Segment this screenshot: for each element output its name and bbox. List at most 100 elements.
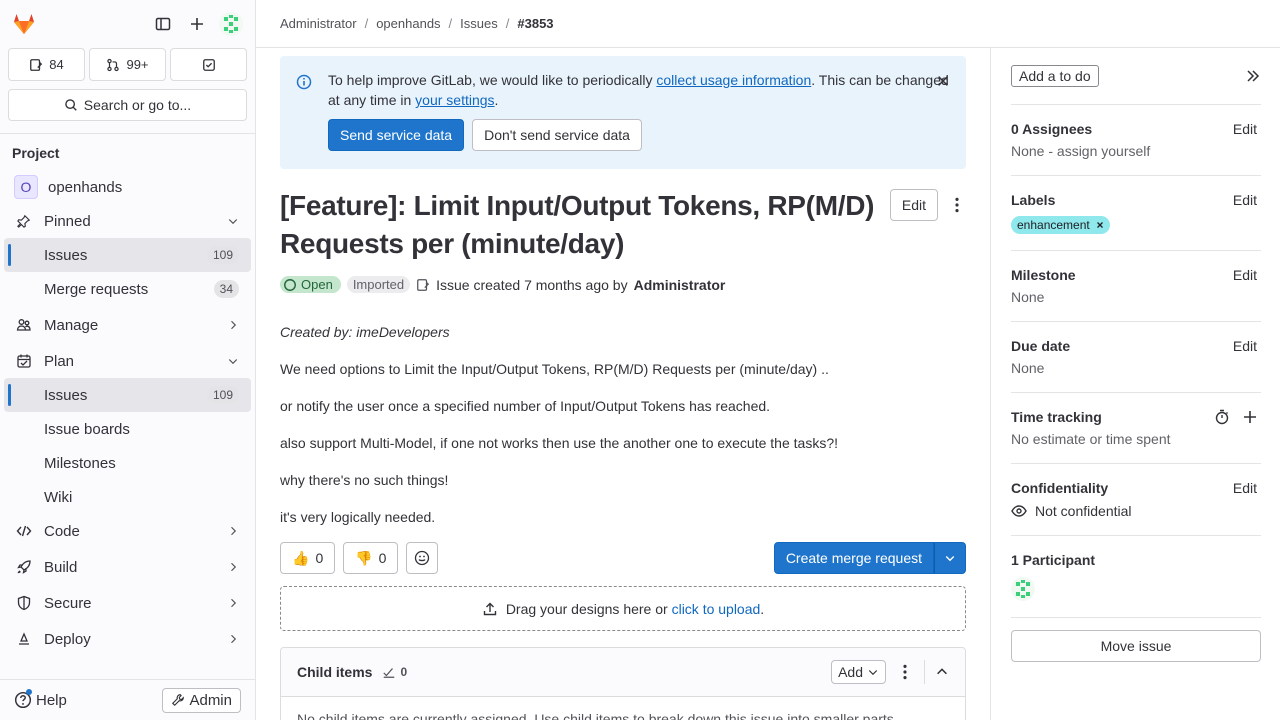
dropzone-text: Drag your designs here or click to uploa… [506, 601, 764, 617]
create-mr-dropdown-toggle[interactable] [934, 542, 966, 574]
breadcrumb-item[interactable]: Issues [460, 16, 498, 31]
sidebar-footer: Help Admin [0, 679, 255, 720]
edit-assignees-button[interactable]: Edit [1233, 121, 1261, 137]
sidebar-item-build[interactable]: Build [4, 550, 251, 584]
child-count-value: 0 [400, 665, 408, 679]
sidebar-item-secure[interactable]: Secure [4, 586, 251, 620]
todos-button[interactable] [170, 48, 247, 81]
pinned-label: Pinned [44, 212, 91, 230]
collapse-sidebar-icon[interactable] [1245, 68, 1261, 84]
help-button[interactable]: Help [14, 689, 67, 709]
rocket-icon [16, 559, 32, 575]
milestone-value: None [1011, 289, 1045, 305]
child-items-card: Child items 0 Add No child items are cur… [280, 647, 966, 720]
shield-icon [16, 595, 32, 611]
edit-labels-button[interactable]: Edit [1233, 192, 1261, 208]
assignees-section: 0 Assignees Edit None - assign yourself [1011, 105, 1261, 176]
search-label: Search or go to... [83, 97, 192, 113]
sidebar-project-link[interactable]: O openhands [4, 170, 251, 204]
add-child-item-button[interactable]: Add [831, 660, 886, 684]
sidebar-item-label: Wiki [44, 488, 73, 506]
participant-avatar[interactable] [1011, 577, 1261, 601]
gitlab-logo-icon[interactable] [10, 10, 38, 38]
admin-button[interactable]: Admin [162, 687, 241, 713]
due-date-section: Due date Edit None [1011, 322, 1261, 393]
assigned-issues-button[interactable]: 84 [8, 48, 85, 81]
confidentiality-section: Confidentiality Edit Not confidential [1011, 464, 1261, 536]
alert-message: To help improve GitLab, we would like to… [328, 70, 950, 110]
chevron-right-icon [227, 597, 239, 609]
stopwatch-icon[interactable] [1214, 409, 1230, 425]
sidebar-item-label: Issues [44, 246, 88, 264]
assignees-value[interactable]: None - assign yourself [1011, 143, 1261, 159]
move-issue-button[interactable]: Move issue [1011, 630, 1261, 662]
thumbs-down-button[interactable]: 👎 0 [343, 542, 399, 574]
todo-check-icon [202, 58, 216, 72]
breadcrumb: Administrator / openhands / Issues / #38… [256, 0, 1280, 48]
breadcrumb-item-current[interactable]: #3853 [517, 16, 553, 31]
more-actions-icon[interactable] [948, 196, 966, 214]
milestone-title: Milestone [1011, 267, 1076, 283]
sidebar-item-pinned-merge-requests[interactable]: Merge requests 34 [4, 272, 251, 306]
sidebar-item-pinned-issues[interactable]: Issues 109 [4, 238, 251, 272]
description-paragraph: or notify the user once a specified numb… [280, 398, 771, 414]
merge-request-icon [106, 58, 120, 72]
add-label: Add [838, 664, 863, 680]
remove-label-icon[interactable] [1096, 221, 1104, 229]
sidebar-section-title: Project [12, 145, 60, 161]
description-paragraph: We need options to Limit the Input/Outpu… [280, 361, 829, 377]
issue-author-link[interactable]: Administrator [634, 277, 726, 293]
add-reaction-button[interactable] [406, 542, 439, 574]
add-todo-button[interactable]: Add a to do [1011, 65, 1099, 87]
due-date-title: Due date [1011, 338, 1071, 354]
click-to-upload-link[interactable]: click to upload [672, 601, 761, 617]
breadcrumb-separator: / [448, 16, 453, 31]
user-avatar[interactable] [217, 10, 245, 38]
breadcrumb-item[interactable]: openhands [376, 16, 440, 31]
issue-description: Created by: imeDevelopers We need option… [280, 323, 966, 526]
sidebar-item-manage[interactable]: Manage [4, 308, 251, 342]
thumbs-up-button[interactable]: 👍 0 [280, 542, 336, 574]
close-icon[interactable] [936, 74, 950, 88]
code-label: Code [44, 522, 80, 540]
deploy-label: Deploy [44, 630, 91, 648]
chevron-down-icon [867, 666, 879, 678]
sidebar-item-label: Milestones [44, 454, 116, 472]
toggle-sidebar-icon[interactable] [149, 10, 177, 38]
breadcrumb-item[interactable]: Administrator [280, 16, 357, 31]
send-service-data-button[interactable]: Send service data [328, 119, 465, 151]
issue-type-icon [416, 278, 430, 292]
search-button[interactable]: Search or go to... [8, 89, 247, 121]
build-label: Build [44, 558, 78, 576]
sidebar-item-plan[interactable]: Plan [4, 344, 251, 378]
child-more-actions-icon[interactable] [896, 663, 914, 681]
sidebar-item-plan-issues[interactable]: Issues 109 [4, 378, 251, 412]
secure-label: Secure [44, 594, 92, 612]
collect-usage-link[interactable]: collect usage information [656, 72, 811, 88]
alert-text-1: To help improve GitLab, we would like to… [328, 72, 657, 88]
dont-send-service-data-button[interactable]: Don't send service data [472, 119, 642, 151]
sidebar-item-code[interactable]: Code [4, 514, 251, 548]
label-name: enhancement [1017, 218, 1090, 232]
merge-requests-button[interactable]: 99+ [89, 48, 166, 81]
sidebar-item-milestones[interactable]: Milestones [4, 446, 251, 480]
sidebar-item-deploy[interactable]: Deploy [4, 622, 251, 656]
add-time-plus-icon[interactable] [1242, 409, 1258, 425]
edit-due-date-button[interactable]: Edit [1233, 338, 1261, 354]
labels-section: Labels Edit enhancement [1011, 176, 1261, 251]
edit-confidentiality-button[interactable]: Edit [1233, 480, 1261, 496]
your-settings-link[interactable]: your settings [415, 92, 494, 108]
design-dropzone[interactable]: Drag your designs here or click to uploa… [280, 586, 966, 631]
sidebar-item-issue-boards[interactable]: Issue boards [4, 412, 251, 446]
issue-sidebar: Add a to do 0 Assignees Edit None - assig… [990, 48, 1280, 720]
milestone-section: Milestone Edit None [1011, 251, 1261, 322]
collapse-chevron-up-icon[interactable] [935, 665, 949, 679]
sidebar-item-pinned[interactable]: Pinned [4, 204, 251, 238]
create-merge-request-button[interactable]: Create merge request [773, 542, 934, 574]
edit-milestone-button[interactable]: Edit [1233, 267, 1261, 283]
edit-title-button[interactable]: Edit [889, 189, 938, 221]
new-item-plus-icon[interactable] [183, 10, 211, 38]
chevron-right-icon [227, 525, 239, 537]
sidebar-item-wiki[interactable]: Wiki [4, 480, 251, 514]
alert-text-3: . [494, 92, 499, 108]
